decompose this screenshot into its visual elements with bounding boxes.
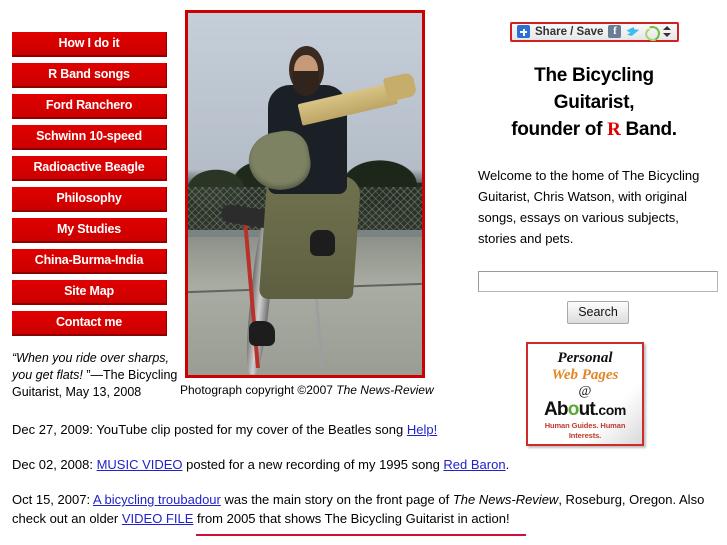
sidebar-item-radioactive-beagle[interactable]: Radioactive Beagle	[12, 156, 167, 181]
logo-ab: Ab	[544, 399, 569, 420]
news-link[interactable]: VIDEO FILE	[122, 511, 194, 526]
rband-r-letter: R	[607, 119, 621, 140]
addthis-plus-icon[interactable]	[517, 25, 530, 38]
logo-ut: ut	[578, 399, 596, 420]
title-line-1: The Bicycling	[534, 65, 654, 86]
twitter-icon[interactable]	[626, 25, 639, 38]
title-line-2: Guitarist,	[553, 92, 635, 113]
sidebar-nav: How I do it R Band songs Ford Ranchero Schw…	[12, 32, 180, 336]
about-com-logo: About.com	[532, 399, 638, 421]
news-link[interactable]: Help!	[407, 422, 437, 437]
nav-item: Ford Ranchero	[12, 94, 180, 119]
search-form: Search	[478, 271, 718, 324]
news-text: YouTube clip posted for my cover of the …	[96, 422, 407, 437]
nav-item: China-Burma-India	[12, 249, 180, 274]
badge-personal-text: Personal	[557, 350, 613, 366]
search-button[interactable]: Search	[567, 301, 629, 324]
nav-item: Contact me	[12, 311, 180, 336]
news-date: Oct 15, 2007:	[12, 492, 93, 507]
news-link[interactable]: A bicycling troubadour	[93, 492, 221, 507]
news-entry: Oct 15, 2007: A bicycling troubadour was…	[12, 490, 717, 528]
sidebar-item-my-studies[interactable]: My Studies	[12, 218, 167, 243]
main-columns: How I do it R Band songs Ford Ranchero Schw…	[0, 0, 727, 446]
news-text: posted for a new recording of my 1995 so…	[182, 457, 444, 472]
sidebar-item-schwinn-10-speed[interactable]: Schwinn 10-speed	[12, 125, 167, 150]
news-italic-title: The News-Review	[452, 492, 559, 507]
photo-shoe-left	[248, 320, 275, 347]
news-link[interactable]: Red Baron	[443, 457, 505, 472]
bottom-divider	[196, 534, 526, 536]
news-text: was the main story on the front page of	[220, 492, 453, 507]
title-line-3-suffix: Band.	[620, 119, 678, 140]
badge-at-symbol: @	[578, 384, 592, 399]
sidebar-item-site-map[interactable]: Site Map	[12, 280, 167, 305]
news-updates: Dec 27, 2009: YouTube clip posted for my…	[12, 420, 717, 544]
logo-com: .com	[594, 402, 626, 418]
photo-caption: Photograph copyright ©2007 The News-Revi…	[180, 383, 434, 397]
facebook-icon[interactable]: f	[608, 25, 622, 38]
page-root: How I do it R Band songs Ford Ranchero Schw…	[0, 0, 727, 545]
share-save-widget[interactable]: Share / Save f	[510, 22, 680, 42]
left-sidebar: How I do it R Band songs Ford Ranchero Schw…	[0, 0, 180, 401]
sidebar-item-r-band-songs[interactable]: R Band songs	[12, 63, 167, 88]
share-save-label: Share / Save	[535, 25, 604, 38]
nav-item: Schwinn 10-speed	[12, 125, 180, 150]
logo-o: o	[567, 399, 580, 420]
photo-caption-source: The News-Review	[336, 383, 434, 397]
up-down-arrows-icon[interactable]	[662, 25, 672, 38]
news-link[interactable]: MUSIC VIDEO	[97, 457, 183, 472]
search-button-row: Search	[478, 301, 718, 324]
news-date: Dec 02, 2008:	[12, 457, 97, 472]
nav-item: Philosophy	[12, 187, 180, 212]
quote-block: “When you ride over sharps, you get flat…	[12, 350, 182, 401]
nav-item: My Studies	[12, 218, 180, 243]
sidebar-item-philosophy[interactable]: Philosophy	[12, 187, 167, 212]
guitarist-photo	[185, 10, 425, 378]
photo-caption-prefix: Photograph copyright ©2007	[180, 383, 337, 397]
nav-item: Radioactive Beagle	[12, 156, 180, 181]
news-text: from 2005 that shows The Bicycling Guita…	[193, 511, 510, 526]
page-title: The Bicycling Guitarist, founder of R Ba…	[470, 62, 718, 143]
badge-webpages-text: Web Pages	[551, 367, 619, 383]
news-entry: Dec 27, 2009: YouTube clip posted for my…	[12, 420, 717, 439]
search-input[interactable]	[478, 271, 718, 292]
nav-item: How I do it	[12, 32, 180, 57]
sidebar-item-how-i-do-it[interactable]: How I do it	[12, 32, 167, 57]
news-text: .	[505, 457, 510, 472]
right-column: Share / Save f The Bicycling Guitarist, …	[430, 0, 727, 446]
share-refresh-icon[interactable]	[644, 25, 657, 38]
sidebar-item-ford-ranchero[interactable]: Ford Ranchero	[12, 94, 167, 119]
title-line-3-prefix: founder of	[511, 119, 608, 140]
nav-item: R Band songs	[12, 63, 180, 88]
photo-column: Photograph copyright ©2007 The News-Revi…	[180, 0, 434, 397]
photo-shoe-right	[309, 230, 336, 256]
sidebar-item-contact-me[interactable]: Contact me	[12, 311, 167, 336]
news-date: Dec 27, 2009:	[12, 422, 97, 437]
welcome-paragraph: Welcome to the home of The Bicycling Gui…	[478, 168, 700, 246]
nav-item: Site Map	[12, 280, 180, 305]
news-entry: Dec 02, 2008: MUSIC VIDEO posted for a n…	[12, 455, 717, 474]
sidebar-item-china-burma-india[interactable]: China-Burma-India	[12, 249, 167, 274]
